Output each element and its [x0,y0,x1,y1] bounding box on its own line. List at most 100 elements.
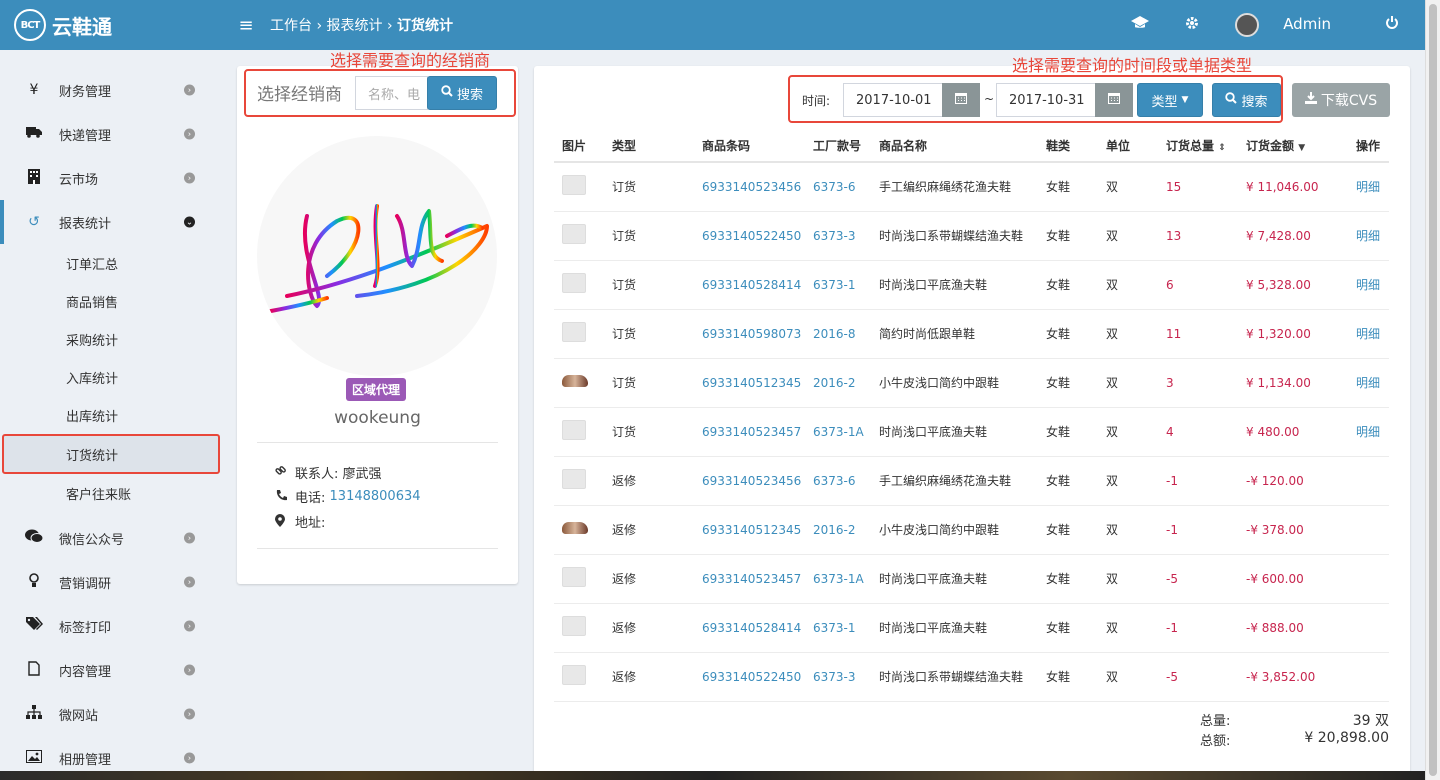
chevron-right-icon: › [184,708,195,720]
cell-order-amount: -¥ 600.00 [1238,554,1348,604]
cell-order-qty: -1 [1158,456,1238,506]
cell-order-amount: -¥ 3,852.00 [1238,652,1348,702]
gear-icon[interactable] [1167,16,1217,34]
cell-barcode[interactable]: 6933140528414 [694,603,805,653]
total-amount-label: 总额: [1200,734,1231,749]
image-placeholder-icon [562,224,586,244]
cell-style-no[interactable]: 6373-6 [805,456,871,506]
table-row: 订货 6933140512345 2016-2 小牛皮浅口简约中跟鞋 女鞋双 3 ¥ 1,1… [554,358,1389,408]
cell-barcode[interactable]: 6933140528414 [694,260,805,310]
phone-link[interactable]: 13148800634 [330,489,421,504]
cell-action[interactable]: 明细 [1348,211,1389,261]
image-placeholder-icon [562,665,586,685]
power-icon[interactable] [1367,16,1425,34]
cell-style-no[interactable]: 2016-2 [805,505,871,555]
cell-unit: 双 [1098,162,1158,212]
wechat-icon [22,529,46,547]
cell-type: 返修 [604,456,694,506]
cell-product-name: 简约时尚低跟单鞋 [871,309,1038,359]
cell-style-no[interactable]: 6373-1A [805,407,871,457]
cell-type: 订货 [604,309,694,359]
sidebar-item-microsite[interactable]: 微网站 › [0,692,222,736]
user-menu[interactable]: Admin [1217,13,1367,37]
sidebar-item-wechat[interactable]: 微信公众号 › [0,516,222,560]
cell-type: 返修 [604,603,694,653]
order-stats-card: 时间: 2017-10-01 ~ 2017-10-31 类型 ▼ 搜索 下载CV… [534,66,1410,780]
graduation-cap-icon[interactable] [1113,16,1167,34]
cell-action [1348,456,1389,506]
cell-barcode[interactable]: 6933140523456 [694,162,805,212]
cell-action[interactable]: 明细 [1348,260,1389,310]
divider [257,442,498,443]
breadcrumb-item[interactable]: 报表统计 [327,18,383,34]
cell-barcode[interactable]: 6933140522450 [694,211,805,261]
cell-style-no[interactable]: 6373-6 [805,162,871,212]
cell-category: 女鞋 [1038,309,1098,359]
sidebar-item-label: 内容管理 [59,664,112,680]
sidebar-item-reports[interactable]: ↺ 报表统计 ⌄ [0,200,222,244]
cell-barcode[interactable]: 6933140523456 [694,456,805,506]
col-order-amount-label: 订货金额 [1246,139,1295,153]
sidebar-item-express[interactable]: 快递管理 › [0,112,222,156]
sidebar-item-cloud-market[interactable]: 云市场 › [0,156,222,200]
cell-image [554,603,604,653]
cell-action[interactable]: 明细 [1348,407,1389,457]
dealer-address: 地址: [275,512,325,531]
cell-unit: 双 [1098,407,1158,457]
cell-type: 订货 [604,358,694,408]
cell-style-no[interactable]: 6373-3 [805,652,871,702]
cell-product-name: 手工编织麻绳绣花渔夫鞋 [871,456,1038,506]
cell-style-no[interactable]: 6373-1A [805,554,871,604]
cell-barcode[interactable]: 6933140522450 [694,652,805,702]
cell-type: 订货 [604,260,694,310]
cell-action[interactable]: 明细 [1348,162,1389,212]
dealer-contact: 联系人: 廖武强 [275,463,382,482]
cell-type: 订货 [604,162,694,212]
col-order-qty[interactable]: 订货总量 ⇕ [1158,130,1238,163]
menu-toggle-icon[interactable]: ≡ [222,15,270,36]
submenu-item-inbound-stats[interactable]: 入库统计 [0,358,222,396]
col-image: 图片 [554,130,604,163]
cell-action[interactable]: 明细 [1348,309,1389,359]
cell-barcode[interactable]: 6933140598073 [694,309,805,359]
cell-style-no[interactable]: 6373-3 [805,211,871,261]
cell-order-qty: -5 [1158,554,1238,604]
cell-style-no[interactable]: 6373-1 [805,260,871,310]
brand[interactable]: BCT 云鞋通 [0,0,222,50]
sidebar-item-label: 报表统计 [59,216,112,232]
dealer-name: wookeung [334,408,421,428]
cell-barcode[interactable]: 6933140512345 [694,505,805,555]
cell-order-amount: -¥ 378.00 [1238,505,1348,555]
cell-unit: 双 [1098,309,1158,359]
submenu-item-order-summary[interactable]: 订单汇总 [0,244,222,282]
cell-order-qty: -1 [1158,505,1238,555]
cell-barcode[interactable]: 6933140523457 [694,407,805,457]
scrollbar-thumb[interactable] [1429,4,1437,776]
sidebar-item-marketing[interactable]: 营销调研 › [0,560,222,604]
cell-order-amount: -¥ 120.00 [1238,456,1348,506]
cell-action[interactable]: 明细 [1348,358,1389,408]
submenu-item-product-sales[interactable]: 商品销售 [0,282,222,320]
sidebar-item-label: 云市场 [59,172,99,188]
download-cvs-button[interactable]: 下载CVS [1292,83,1390,117]
cell-category: 女鞋 [1038,211,1098,261]
cell-barcode[interactable]: 6933140523457 [694,554,805,604]
cell-style-no[interactable]: 2016-2 [805,358,871,408]
cell-style-no[interactable]: 6373-1 [805,603,871,653]
sidebar-item-label-print[interactable]: 标签打印 › [0,604,222,648]
col-order-amount[interactable]: 订货金额 ▼ [1238,130,1348,163]
submenu-item-customer-accounts[interactable]: 客户往来账 [0,474,222,512]
submenu-item-purchase-stats[interactable]: 采购统计 [0,320,222,358]
scrollbar[interactable] [1425,0,1440,780]
col-barcode: 商品条码 [694,130,805,163]
sidebar-item-content[interactable]: 内容管理 › [0,648,222,692]
cell-barcode[interactable]: 6933140512345 [694,358,805,408]
cell-style-no[interactable]: 2016-8 [805,309,871,359]
submenu-item-order-stats[interactable]: 订货统计 [2,434,220,474]
submenu-item-outbound-stats[interactable]: 出库统计 [0,396,222,434]
cell-order-qty: 11 [1158,309,1238,359]
sidebar-item-finance[interactable]: ¥ 财务管理 › [0,68,222,112]
breadcrumb-item[interactable]: 工作台 [270,18,312,34]
sort-desc-icon: ▼ [1298,143,1306,153]
image-placeholder-icon [562,567,586,587]
